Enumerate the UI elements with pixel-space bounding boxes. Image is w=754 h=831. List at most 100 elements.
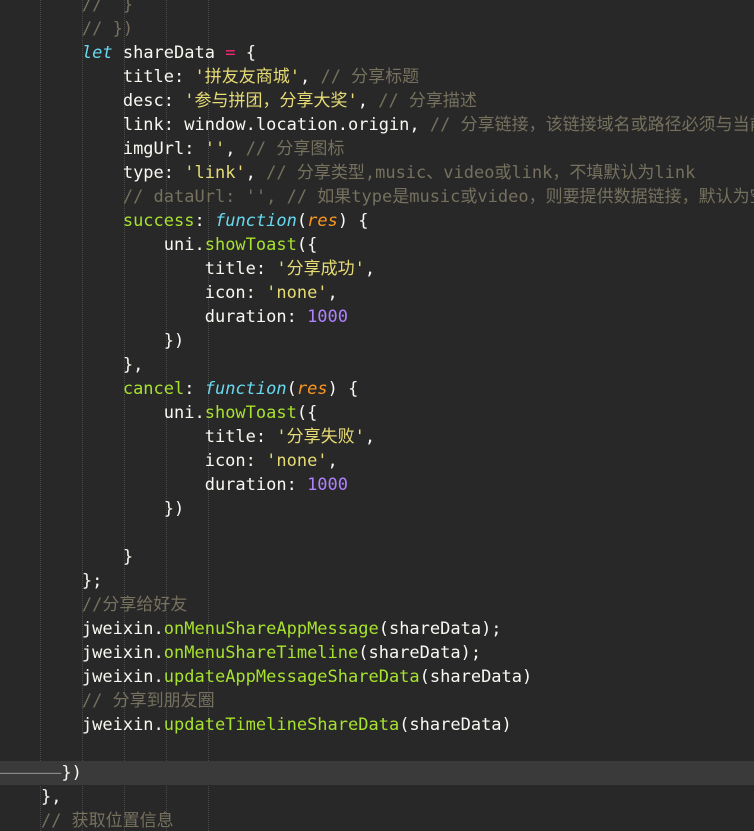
code-line[interactable]: let shareData = { (0, 41, 754, 65)
code-line[interactable]: type: 'link', // 分享类型,music、video或link，不… (0, 161, 754, 185)
code-token: jweixin. (81, 643, 164, 663)
code-line[interactable]: title: '分享成功', (0, 257, 754, 281)
code-token: duration: (204, 307, 308, 327)
code-token: , (299, 67, 321, 87)
code-line[interactable]: title: '分享失败', (0, 425, 754, 449)
code-line[interactable]: jweixin.onMenuShareTimeline(shareData); (0, 641, 754, 665)
code-line[interactable]: ——————}) (0, 761, 754, 785)
code-line[interactable]: uni.showToast({ (0, 233, 754, 257)
code-line[interactable]: duration: 1000 (0, 473, 754, 497)
code-token: '分享成功' (276, 259, 365, 279)
code-token: , (364, 259, 376, 279)
code-token: 'none' (266, 283, 328, 303)
code-line[interactable]: }, (0, 353, 754, 377)
code-token: // 分享图标 (245, 139, 345, 159)
code-token: title: (204, 259, 277, 279)
code-token: // 获取位置信息 (40, 811, 174, 831)
code-token: 'none' (266, 451, 328, 471)
code-token: ) { (337, 211, 369, 231)
code-token: '拼友友商城' (194, 67, 300, 87)
code-token: onMenuShareTimeline (163, 643, 359, 663)
code-token: res (296, 379, 328, 399)
code-token: '' (204, 139, 226, 159)
code-token: , (327, 283, 338, 303)
code-line[interactable]: }, (0, 785, 754, 809)
code-token: (shareData) (419, 667, 533, 687)
code-token: jweixin. (81, 715, 164, 735)
code-line[interactable]: uni.showToast({ (0, 401, 754, 425)
code-editor[interactable]: // } // }) let shareData = { title: '拼友友… (0, 0, 754, 831)
code-token: // }) (81, 19, 134, 39)
code-token: (shareData) (399, 715, 512, 735)
code-line[interactable]: } (0, 545, 754, 569)
code-line[interactable]: icon: 'none', (0, 449, 754, 473)
code-line[interactable] (0, 737, 754, 761)
code-token: ({ (296, 403, 318, 423)
code-token: // 分享类型,music、video或link，不填默认为link (266, 163, 696, 183)
code-line[interactable]: jweixin.updateTimelineShareData(shareDat… (0, 713, 754, 737)
code-line[interactable]: // } (0, 0, 754, 17)
code-token: onMenuShareAppMessage (163, 619, 379, 639)
code-token: : (184, 379, 205, 399)
code-token: } (122, 547, 134, 567)
code-token: ) { (327, 379, 359, 399)
code-token: = (225, 43, 236, 63)
code-line[interactable]: }; (0, 569, 754, 593)
code-line[interactable]: duration: 1000 (0, 305, 754, 329)
code-line[interactable]: jweixin.updateAppMessageShareData(shareD… (0, 665, 754, 689)
code-token: }, (122, 355, 144, 375)
code-token: //分享给好友 (81, 595, 188, 615)
code-token: res (307, 211, 338, 231)
code-token: function (204, 379, 287, 399)
code-token: 'link' (184, 163, 246, 183)
code-line[interactable]: imgUrl: '', // 分享图标 (0, 137, 754, 161)
code-token: { (235, 43, 256, 63)
code-line[interactable]: }) (0, 329, 754, 353)
code-token: ({ (296, 235, 318, 255)
code-line[interactable]: // 获取位置信息 (0, 809, 754, 831)
code-token: 1000 (307, 475, 349, 495)
code-token: success (122, 211, 195, 231)
code-line[interactable]: // }) (0, 17, 754, 41)
code-token: // dataUrl: '', // 如果type是music或video，则要… (122, 187, 754, 207)
code-line[interactable]: success: function(res) { (0, 209, 754, 233)
code-token: 1000 (307, 307, 349, 327)
code-token: showToast (204, 403, 297, 423)
code-line[interactable]: // dataUrl: '', // 如果type是music或video，则要… (0, 185, 754, 209)
code-token: }; (81, 571, 103, 591)
code-line[interactable]: //分享给好友 (0, 593, 754, 617)
code-token: // } (81, 0, 134, 15)
code-line[interactable]: title: '拼友友商城', // 分享标题 (0, 65, 754, 89)
code-token: let (81, 43, 113, 63)
code-line[interactable]: link: window.location.origin, // 分享链接，该链… (0, 113, 754, 137)
code-token: , (364, 427, 376, 447)
code-line[interactable]: cancel: function(res) { (0, 377, 754, 401)
code-token: desc: (122, 91, 185, 111)
code-line[interactable]: jweixin.onMenuShareAppMessage(shareData)… (0, 617, 754, 641)
code-line[interactable]: desc: '参与拼团，分享大奖', // 分享描述 (0, 89, 754, 113)
code-token: // 分享描述 (378, 91, 477, 111)
code-token: type: (122, 163, 185, 183)
code-token: (shareData); (358, 643, 482, 663)
code-token: showToast (204, 235, 297, 255)
code-line[interactable] (0, 521, 754, 545)
code-token: icon: (204, 451, 267, 471)
code-token: cancel (122, 379, 185, 399)
code-line[interactable]: }) (0, 497, 754, 521)
code-line[interactable]: icon: 'none', (0, 281, 754, 305)
code-line[interactable]: // 分享到朋友圈 (0, 689, 754, 713)
